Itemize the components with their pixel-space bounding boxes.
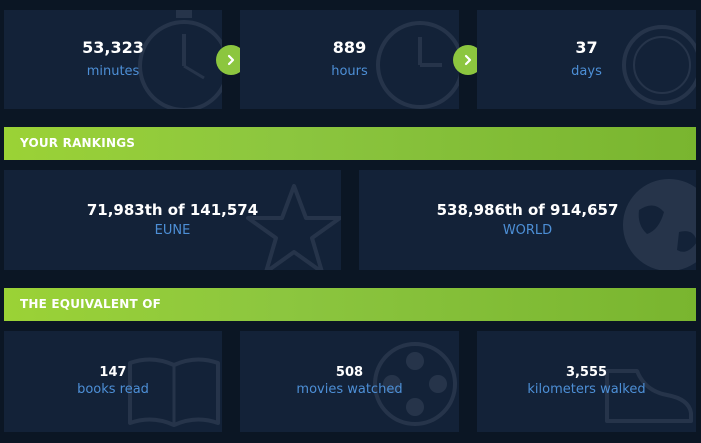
books-card: 147 books read [4, 331, 222, 432]
movies-value: 508 [335, 365, 364, 380]
movies-card: 508 movies watched [240, 331, 459, 432]
books-value: 147 [99, 365, 127, 380]
hours-card: 889 hours [240, 10, 459, 109]
books-label: books read [77, 382, 149, 397]
movies-label: movies watched [296, 382, 403, 397]
days-value: 37 [575, 38, 598, 57]
minutes-card: 53,323 minutes [4, 10, 222, 109]
region-ranking-card: 71,983th of 141,574 EUNE [4, 170, 341, 270]
minutes-label: minutes [86, 64, 140, 79]
region-ranking-label: EUNE [154, 223, 191, 238]
hours-label: hours [331, 64, 368, 79]
days-card: 37 days [477, 10, 696, 109]
walked-value: 3,555 [565, 365, 608, 380]
days-label: days [571, 64, 602, 79]
world-ranking-card: 538,986th of 914,657 WORLD [359, 170, 696, 270]
clock-icon [376, 21, 459, 109]
world-ranking-value: 538,986th of 914,657 [436, 201, 619, 219]
equivalent-header: THE EQUIVALENT OF [4, 288, 696, 321]
walked-label: kilometers walked [527, 382, 646, 397]
rankings-header: YOUR RANKINGS [4, 127, 696, 160]
minutes-value: 53,323 [82, 38, 144, 57]
world-ranking-label: WORLD [502, 223, 553, 238]
stopwatch-icon [138, 10, 222, 109]
walked-card: 3,555 kilometers walked [477, 331, 696, 432]
globe-icon [623, 179, 696, 270]
region-ranking-value: 71,983th of 141,574 [86, 201, 259, 219]
hours-value: 889 [332, 38, 367, 57]
